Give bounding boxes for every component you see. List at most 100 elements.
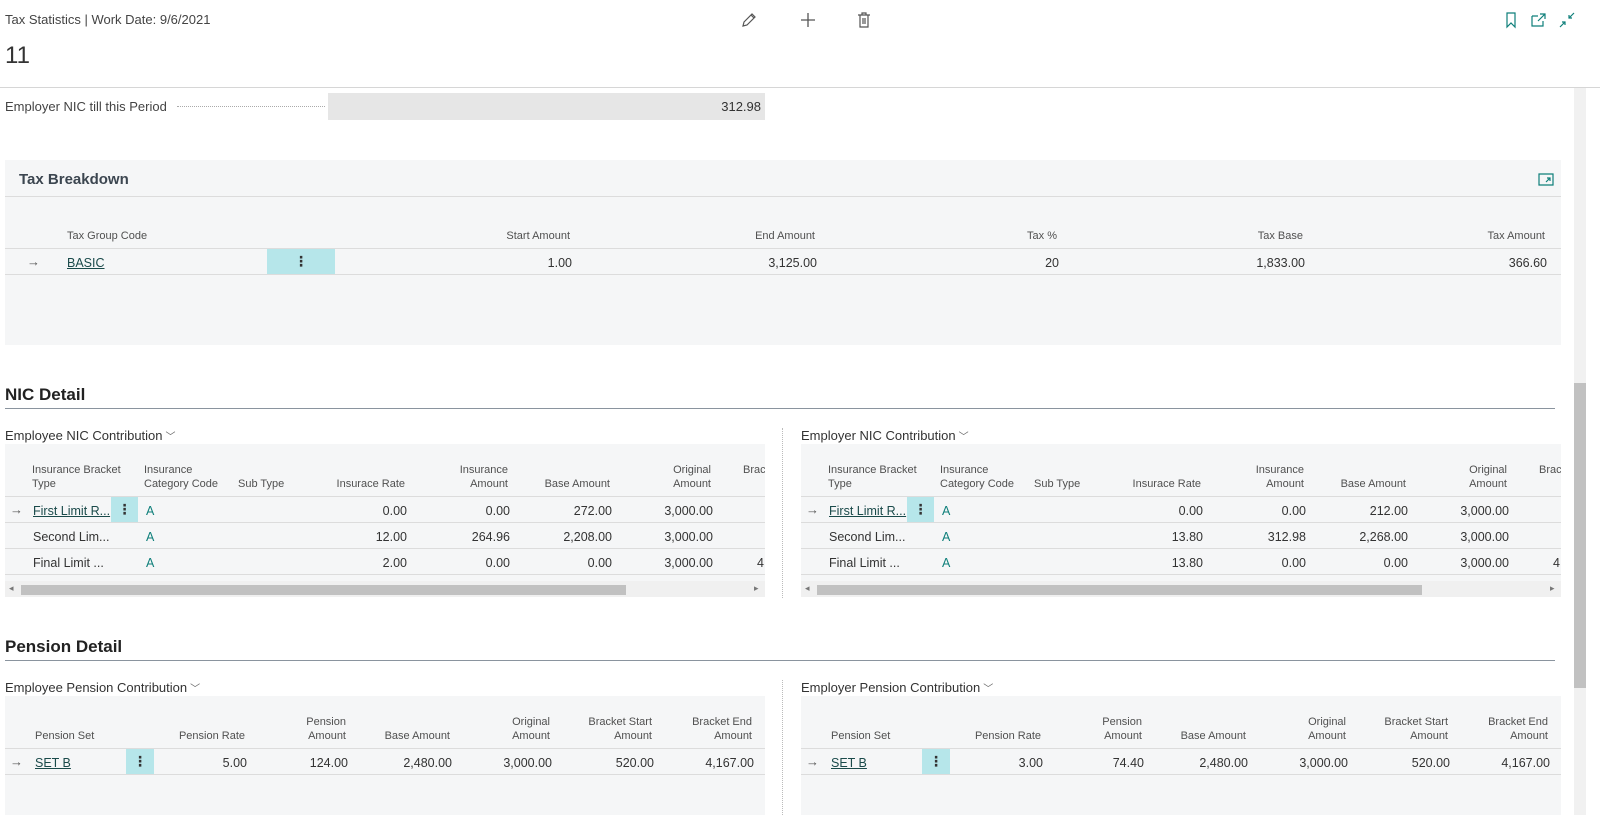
bracket-type[interactable]: Second Lim... <box>829 530 905 544</box>
row-menu-button[interactable]: ⋮ <box>267 249 335 274</box>
category-code[interactable]: A <box>146 556 154 570</box>
bracket-cell[interactable]: 4 <box>1553 556 1560 570</box>
insurance-rate[interactable]: 12.00 <box>305 530 407 544</box>
column-header[interactable]: Bracket End Amount <box>670 715 752 743</box>
original-amount[interactable]: 3,000.00 <box>1258 756 1348 770</box>
column-header[interactable]: Bracket Start Amount <box>1366 715 1448 743</box>
column-header[interactable]: Insurace Rate <box>305 477 405 491</box>
column-header[interactable]: Original Amount <box>480 715 550 743</box>
column-header[interactable]: Base Amount <box>1306 477 1406 491</box>
bracket-type[interactable]: Final Limit ... <box>33 556 104 570</box>
bracket-cell[interactable]: 4 <box>757 556 764 570</box>
scroll-left-icon[interactable]: ◂ <box>9 583 14 594</box>
original-amount[interactable]: 3,000.00 <box>1421 504 1509 518</box>
base-amount[interactable]: 0.00 <box>510 556 612 570</box>
original-amount[interactable]: 3,000.00 <box>625 504 713 518</box>
category-code[interactable]: A <box>942 530 950 544</box>
category-code[interactable]: A <box>942 556 950 570</box>
base-amount[interactable]: 2,480.00 <box>350 756 452 770</box>
insurance-amount[interactable]: 264.96 <box>425 530 510 544</box>
employee-pension-header[interactable]: Employee Pension Contribution ﹀ <box>5 680 200 695</box>
start-amount[interactable]: 1.00 <box>425 256 572 270</box>
bracket-start-amount[interactable]: 520.00 <box>1361 756 1450 770</box>
scroll-left-icon[interactable]: ◂ <box>805 583 810 594</box>
column-header[interactable]: Sub Type <box>1034 477 1080 491</box>
column-header[interactable]: Pension Rate <box>941 729 1041 743</box>
base-amount[interactable]: 212.00 <box>1306 504 1408 518</box>
column-header[interactable]: Base Amount <box>1146 729 1246 743</box>
column-header[interactable]: Tax Base <box>1155 229 1303 243</box>
original-amount[interactable]: 3,000.00 <box>462 756 552 770</box>
insurance-amount[interactable]: 0.00 <box>1221 504 1306 518</box>
expand-part-icon[interactable] <box>1535 168 1557 190</box>
column-header[interactable]: Tax Amount <box>1395 229 1545 243</box>
column-header[interactable]: Base Amount <box>510 477 610 491</box>
bracket-start-amount[interactable]: 520.00 <box>565 756 654 770</box>
tax-base[interactable]: 1,833.00 <box>1155 256 1305 270</box>
pension-detail-title[interactable]: Pension Detail <box>5 637 122 657</box>
original-amount[interactable]: 3,000.00 <box>1421 530 1509 544</box>
column-header[interactable]: Sub Type <box>238 477 284 491</box>
bracket-type-link[interactable]: First Limit R... <box>33 504 110 518</box>
category-code[interactable]: A <box>146 530 154 544</box>
column-header[interactable]: Insurance Category Code <box>144 463 229 491</box>
column-header[interactable]: Pension Amount <box>1076 715 1142 743</box>
bracket-type[interactable]: Second Lim... <box>33 530 109 544</box>
nic-detail-title[interactable]: NIC Detail <box>5 385 85 405</box>
employee-nic-header[interactable]: Employee NIC Contribution ﹀ <box>5 428 176 443</box>
original-amount[interactable]: 3,000.00 <box>1421 556 1509 570</box>
employer-nic-value[interactable]: 312.98 <box>328 93 765 120</box>
scroll-right-icon[interactable]: ▸ <box>754 583 759 594</box>
insurance-amount[interactable]: 0.00 <box>425 504 510 518</box>
insurance-rate[interactable]: 0.00 <box>305 504 407 518</box>
insurance-amount[interactable]: 0.00 <box>425 556 510 570</box>
pension-amount[interactable]: 124.00 <box>260 756 348 770</box>
insurance-amount[interactable]: 312.98 <box>1221 530 1306 544</box>
column-header[interactable]: Pension Set <box>831 729 890 743</box>
column-header[interactable]: Bracket Start Amount <box>570 715 652 743</box>
insurance-amount[interactable]: 0.00 <box>1221 556 1306 570</box>
original-amount[interactable]: 3,000.00 <box>625 530 713 544</box>
bracket-end-amount[interactable]: 4,167.00 <box>1461 756 1550 770</box>
row-menu-button[interactable]: ⋮ <box>111 497 138 522</box>
scroll-right-icon[interactable]: ▸ <box>1550 583 1555 594</box>
scrollbar-thumb[interactable] <box>21 585 626 595</box>
row-menu-button[interactable]: ⋮ <box>907 497 934 522</box>
column-header[interactable]: Insurance Bracket Type <box>32 463 132 491</box>
insurance-rate[interactable]: 2.00 <box>305 556 407 570</box>
end-amount[interactable]: 3,125.00 <box>665 256 817 270</box>
original-amount[interactable]: 3,000.00 <box>625 556 713 570</box>
column-header[interactable]: Start Amount <box>425 229 570 243</box>
horizontal-scrollbar[interactable]: ◂ ▸ <box>801 581 1561 597</box>
column-header[interactable]: Original Amount <box>1276 715 1346 743</box>
trash-icon[interactable] <box>853 9 875 31</box>
column-header[interactable]: End Amount <box>665 229 815 243</box>
pension-set-link[interactable]: SET B <box>35 756 71 770</box>
tax-group-code-link[interactable]: BASIC <box>67 256 105 270</box>
column-header[interactable]: Brac <box>743 463 765 477</box>
scrollbar-thumb[interactable] <box>1574 383 1586 688</box>
bracket-end-amount[interactable]: 4,167.00 <box>665 756 754 770</box>
column-header[interactable]: Insurance Amount <box>440 463 508 491</box>
collapse-icon[interactable] <box>1556 9 1578 31</box>
column-header[interactable]: Tax Group Code <box>67 229 147 243</box>
column-header[interactable]: Tax % <box>945 229 1057 243</box>
pension-rate[interactable]: 3.00 <box>941 756 1043 770</box>
insurance-rate[interactable]: 13.80 <box>1101 530 1203 544</box>
pension-set-link[interactable]: SET B <box>831 756 867 770</box>
tax-percent[interactable]: 20 <box>945 256 1059 270</box>
insurance-rate[interactable]: 13.80 <box>1101 556 1203 570</box>
base-amount[interactable]: 272.00 <box>510 504 612 518</box>
column-header[interactable]: Original Amount <box>645 463 711 491</box>
bookmark-icon[interactable] <box>1500 9 1522 31</box>
vertical-scrollbar[interactable] <box>1574 88 1586 815</box>
pension-amount[interactable]: 74.40 <box>1056 756 1144 770</box>
scrollbar-thumb[interactable] <box>817 585 1422 595</box>
column-header[interactable]: Pension Amount <box>280 715 346 743</box>
category-code[interactable]: A <box>942 504 950 518</box>
tax-amount[interactable]: 366.60 <box>1395 256 1547 270</box>
column-header[interactable]: Insurance Category Code <box>940 463 1025 491</box>
open-new-window-icon[interactable] <box>1528 9 1550 31</box>
base-amount[interactable]: 0.00 <box>1306 556 1408 570</box>
column-header[interactable]: Pension Rate <box>145 729 245 743</box>
